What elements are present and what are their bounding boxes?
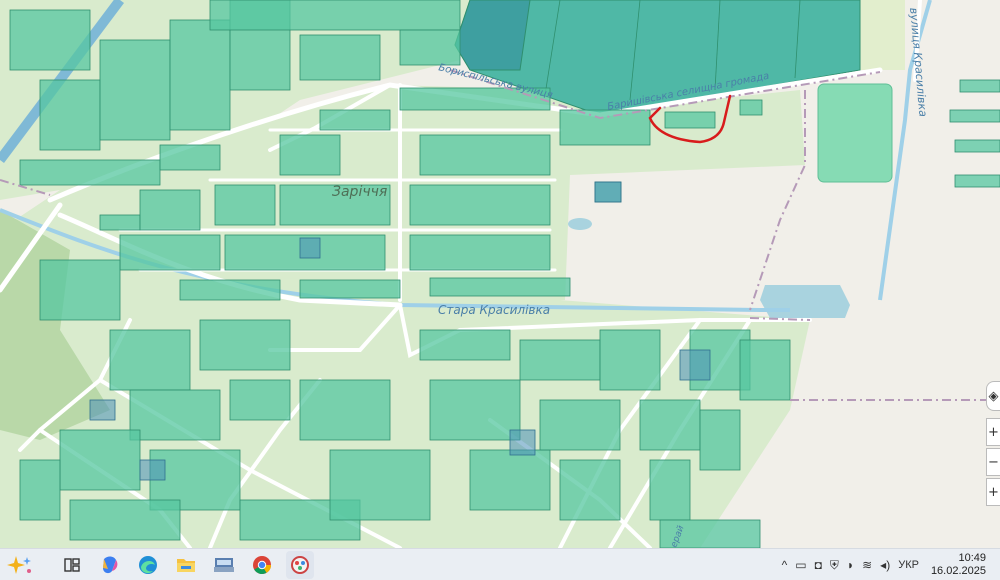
scanner-app-icon [214, 557, 234, 572]
copilot-app-button[interactable] [96, 551, 124, 579]
clock-time: 10:49 [958, 552, 986, 564]
chrome-button[interactable] [248, 551, 276, 579]
volume-icon[interactable]: ◂) [880, 558, 890, 572]
chrome-icon [253, 555, 271, 574]
scanner-app-button[interactable] [210, 551, 238, 579]
locate-icon: ◈ [988, 388, 999, 404]
village-label: Заріччя [332, 184, 387, 200]
paint-app-button[interactable] [286, 550, 314, 579]
task-view-button[interactable] [58, 551, 86, 579]
screen: Заріччя Стара Красилівка Бориспільська в… [0, 0, 1000, 580]
file-explorer-button[interactable] [172, 551, 200, 579]
edge-button[interactable] [134, 551, 162, 579]
paint-app-icon [291, 555, 309, 574]
river-label: Стара Красилівка [438, 303, 550, 317]
zoom-in-label: + [988, 424, 999, 440]
copilot-app-icon [103, 555, 118, 573]
zoom-extra-label: + [988, 484, 999, 500]
tray-chevron-icon[interactable]: ^ [782, 558, 788, 572]
copilot-spark-button[interactable] [6, 551, 34, 579]
zoom-out-button[interactable]: − [986, 448, 1000, 476]
task-view-icon [64, 557, 80, 572]
camera-icon[interactable]: ◘ [815, 558, 822, 572]
zoom-out-label: − [988, 454, 999, 470]
battery-icon[interactable]: ▭ [795, 558, 806, 572]
language-indicator[interactable]: УКР [898, 559, 919, 571]
copilot-spark-icon [7, 555, 31, 574]
system-tray: ^ ▭ ◘ ⛨ ◗ ≋ ◂) УКР 10:49 16.02.2025 [778, 549, 1000, 580]
zoom-in-button[interactable]: + [986, 418, 1000, 446]
edge-icon [139, 555, 157, 574]
wifi-icon[interactable]: ≋ [862, 558, 872, 572]
clock-date: 16.02.2025 [930, 565, 986, 577]
cadastral-map[interactable]: Заріччя Стара Красилівка Бориспільська в… [0, 0, 1000, 548]
security-icon[interactable]: ⛨ [830, 558, 839, 573]
file-explorer-icon [177, 558, 195, 572]
taskbar: ^ ▭ ◘ ⛨ ◗ ≋ ◂) УКР 10:49 16.02.2025 [0, 548, 1000, 580]
network-icon[interactable]: ◗ [847, 558, 854, 572]
zoom-extra-button[interactable]: + [986, 478, 1000, 506]
clock[interactable]: 10:49 16.02.2025 [931, 552, 986, 578]
locate-button[interactable]: ◈ [986, 381, 1000, 411]
